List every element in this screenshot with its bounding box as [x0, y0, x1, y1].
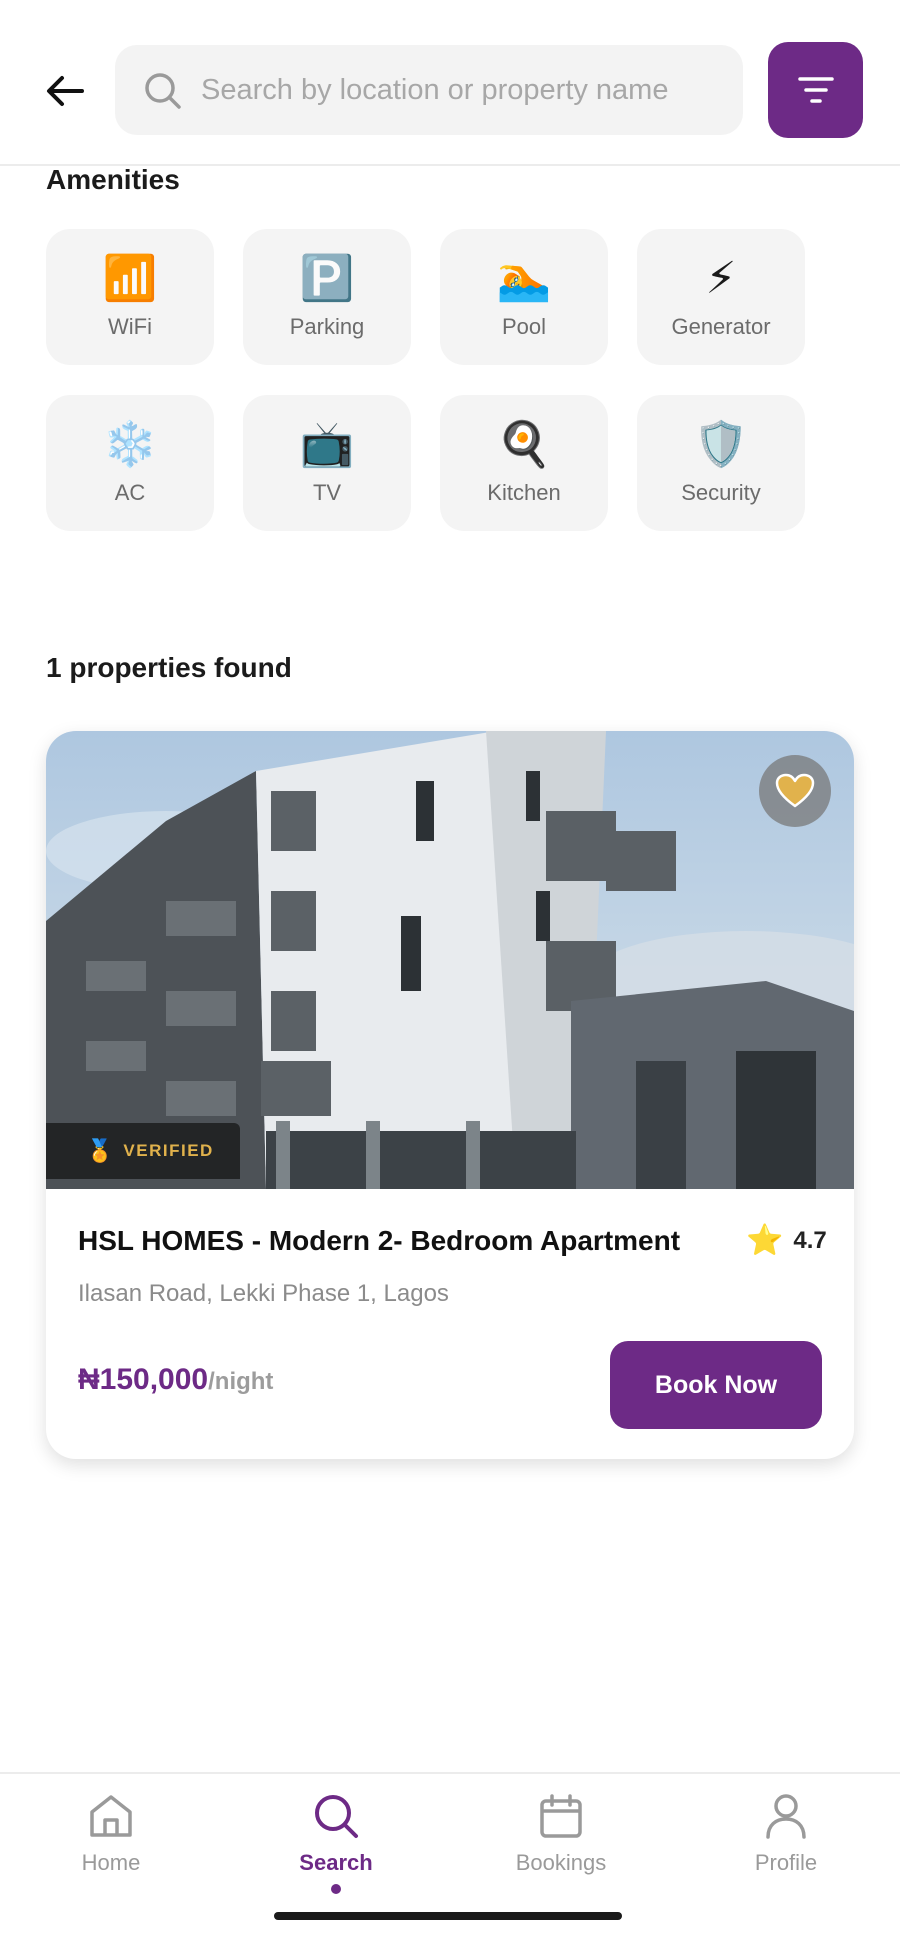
- generator-icon: ⚡: [705, 253, 737, 304]
- amenity-parking[interactable]: 🅿️ Parking: [243, 229, 411, 365]
- amenity-ac[interactable]: ❄️ AC: [46, 395, 214, 531]
- verified-label: VERIFIED: [123, 1141, 214, 1160]
- nav-label: Bookings: [515, 1850, 607, 1875]
- amenity-tv[interactable]: 📺 TV: [243, 395, 411, 531]
- top-bar: [0, 0, 900, 166]
- amenity-security[interactable]: 🛡️ Security: [637, 395, 805, 531]
- search-bar[interactable]: [115, 45, 743, 135]
- medal-icon: 🏅: [86, 1138, 114, 1164]
- property-address: Ilasan Road, Lekki Phase 1, Lagos: [78, 1280, 449, 1307]
- book-now-button[interactable]: Book Now: [610, 1341, 822, 1429]
- amenity-wifi[interactable]: 📶 WiFi: [46, 229, 214, 365]
- favorite-button[interactable]: [759, 755, 831, 827]
- price-amount: ₦150,000: [78, 1363, 209, 1396]
- security-icon: 🛡️: [693, 419, 749, 470]
- price-unit: /night: [208, 1368, 274, 1395]
- property-price: ₦150,000 /night: [78, 1363, 273, 1397]
- amenity-label: AC: [114, 480, 146, 505]
- nav-home[interactable]: Home: [26, 1792, 196, 1876]
- filter-button[interactable]: [768, 42, 863, 138]
- heart-icon: [775, 773, 815, 808]
- amenity-generator[interactable]: ⚡ Generator: [637, 229, 805, 365]
- nav-label: Home: [81, 1850, 141, 1875]
- filter-icon: [797, 77, 834, 103]
- search-icon: [315, 1795, 358, 1838]
- property-photo: 🏅 VERIFIED: [46, 731, 854, 1189]
- nav-profile[interactable]: Profile: [701, 1792, 871, 1876]
- search-input[interactable]: [201, 45, 721, 135]
- amenity-label: Generator: [671, 314, 771, 339]
- nav-bookings[interactable]: Bookings: [476, 1792, 646, 1876]
- home-icon: [90, 1795, 132, 1837]
- parking-icon: 🅿️: [299, 253, 355, 304]
- active-indicator: [331, 1884, 341, 1894]
- amenity-label: WiFi: [108, 314, 152, 339]
- property-title: HSL HOMES - Modern 2- Bedroom Apartment: [78, 1225, 681, 1256]
- search-icon: [145, 73, 181, 109]
- back-button[interactable]: [40, 66, 90, 116]
- profile-icon: [766, 1794, 806, 1839]
- star-icon: ⭐: [746, 1223, 784, 1258]
- amenity-label: Pool: [501, 314, 547, 339]
- wifi-icon: 📶: [102, 253, 158, 304]
- rating-value: 4.7: [793, 1226, 827, 1254]
- property-card[interactable]: 🏅 VERIFIED HSL HOMES - Modern 2- Bedroom…: [46, 731, 854, 1459]
- nav-label: Profile: [754, 1850, 818, 1875]
- arrow-left-icon: [47, 76, 84, 106]
- calendar-icon: [540, 1794, 582, 1838]
- kitchen-icon: 🍳: [496, 419, 552, 470]
- nav-search[interactable]: Search: [251, 1792, 421, 1894]
- amenity-kitchen[interactable]: 🍳 Kitchen: [440, 395, 608, 531]
- amenity-pool[interactable]: 🏊 Pool: [440, 229, 608, 365]
- amenity-label: Parking: [289, 314, 365, 339]
- amenity-label: TV: [312, 480, 342, 505]
- pool-icon: 🏊: [496, 253, 552, 304]
- home-indicator: [274, 1912, 622, 1920]
- ac-icon: ❄️: [102, 419, 158, 470]
- building-illustration: [46, 731, 854, 1189]
- amenities-title: Amenities: [46, 164, 180, 195]
- verified-badge: 🏅 VERIFIED: [46, 1123, 240, 1179]
- results-count: 1 properties found: [46, 652, 292, 683]
- tv-icon: 📺: [299, 419, 355, 470]
- property-rating: ⭐ 4.7: [746, 1223, 827, 1258]
- amenity-label: Security: [681, 480, 761, 505]
- amenity-label: Kitchen: [487, 480, 561, 505]
- nav-label: Search: [299, 1850, 373, 1875]
- amenities-grid: 📶 WiFi 🅿️ Parking 🏊 Pool ⚡ Generator ❄️ …: [46, 229, 806, 531]
